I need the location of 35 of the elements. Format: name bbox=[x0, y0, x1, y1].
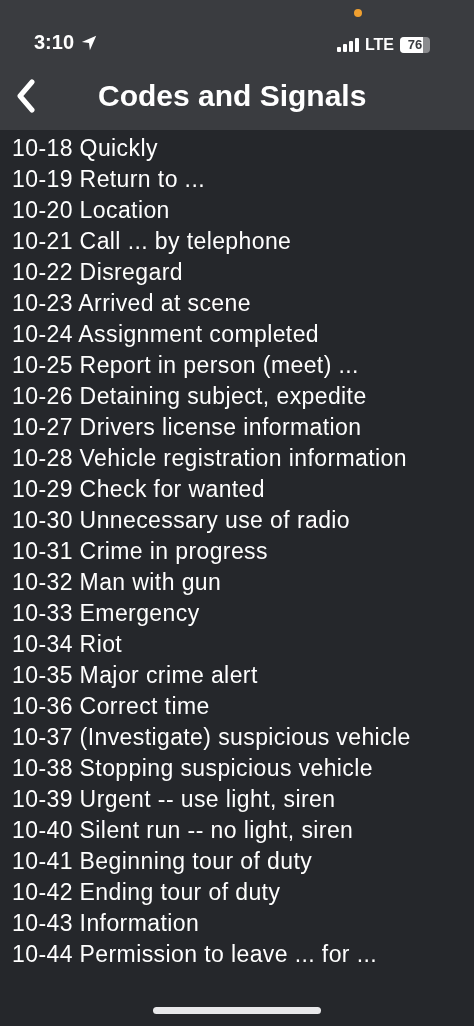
code-entry: 10-34 Riot bbox=[12, 630, 124, 659]
code-entry: 10-28 Vehicle registration information bbox=[12, 444, 408, 473]
page-title: Codes and Signals bbox=[98, 79, 367, 113]
code-entry: 10-39 Urgent -- use light, siren bbox=[12, 785, 337, 814]
code-entry: 10-38 Stopping suspicious vehicle bbox=[12, 754, 374, 783]
code-entry: 10-33 Emergency bbox=[12, 599, 201, 628]
status-time: 3:10 bbox=[34, 31, 75, 54]
code-entry: 10-24 Assignment completed bbox=[12, 320, 321, 349]
code-entry: 10-18 Quickly bbox=[12, 134, 159, 163]
code-entry: 10-32 Man with gun bbox=[12, 568, 223, 597]
battery-indicator: 76 bbox=[400, 37, 430, 53]
code-entry: 10-35 Major crime alert bbox=[12, 661, 259, 690]
code-entry: 10-21 Call ... by telephone bbox=[12, 227, 293, 256]
code-entry: 10-43 Information bbox=[12, 909, 201, 938]
code-entry: 10-27 Drivers license information bbox=[12, 413, 363, 442]
privacy-dot bbox=[354, 9, 362, 17]
code-entry: 10-31 Crime in progress bbox=[12, 537, 269, 566]
back-icon[interactable] bbox=[16, 79, 36, 113]
code-entry: 10-26 Detaining subject, expedite bbox=[12, 382, 368, 411]
code-entry: 10-42 Ending tour of duty bbox=[12, 878, 282, 907]
location-arrow-icon bbox=[80, 33, 99, 52]
code-entry: 10-29 Check for wanted bbox=[12, 475, 266, 504]
code-entry: 10-22 Disregard bbox=[12, 258, 184, 287]
code-entry: 10-23 Arrived at scene bbox=[12, 289, 252, 318]
signal-icon bbox=[336, 38, 359, 52]
code-entry: 10-41 Beginning tour of duty bbox=[12, 847, 314, 876]
code-entry: 10-20 Location bbox=[12, 196, 171, 225]
code-entry: 10-25 Report in person (meet) ... bbox=[12, 351, 360, 380]
network-label: LTE bbox=[364, 36, 394, 54]
code-entry: 10-36 Correct time bbox=[12, 692, 211, 721]
code-entry: 10-40 Silent run -- no light, siren bbox=[12, 816, 355, 845]
code-entry: 10-30 Unnecessary use of radio bbox=[12, 506, 352, 535]
code-entry: 10-19 Return to ... bbox=[12, 165, 206, 194]
code-entry: 10-44 Permission to leave ... for ... bbox=[12, 940, 379, 969]
code-entry: 10-37 (Investigate) suspicious vehicle bbox=[12, 723, 412, 752]
